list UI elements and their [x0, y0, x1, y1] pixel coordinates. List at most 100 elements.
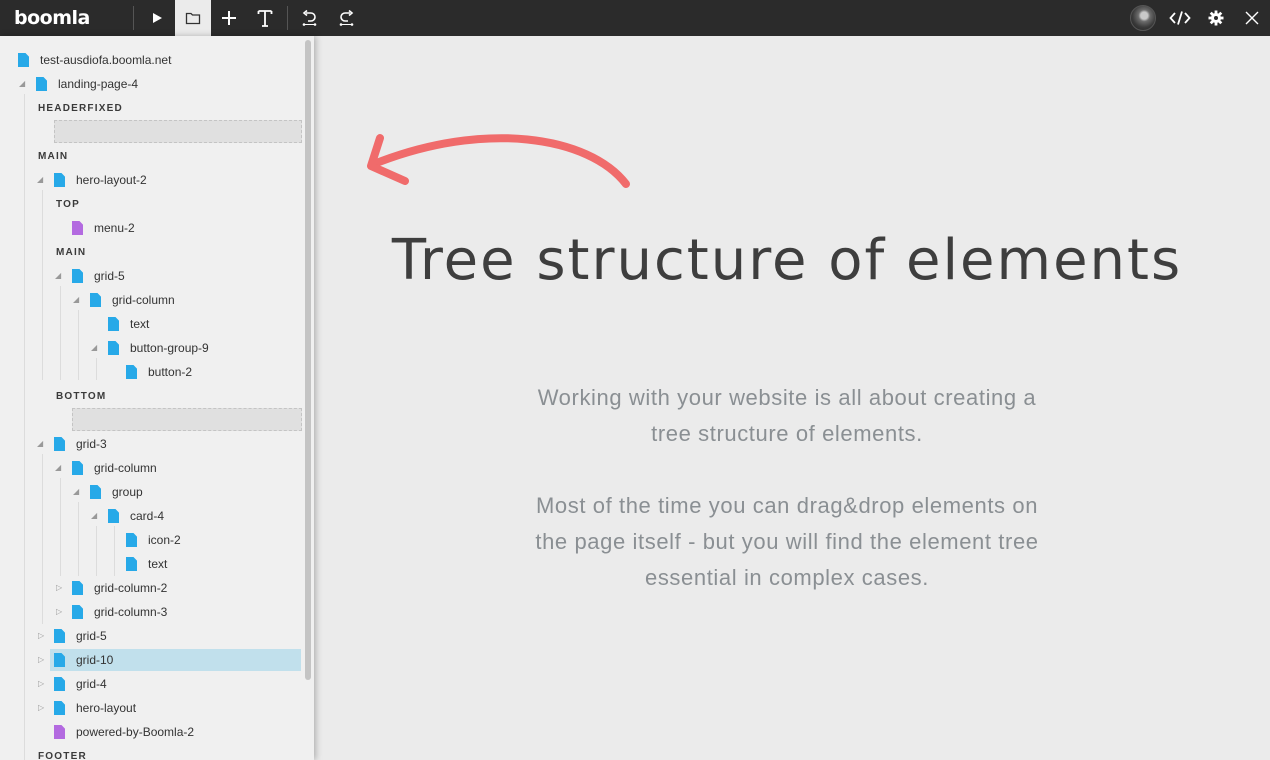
- tree-guide: [96, 526, 97, 576]
- tree-item-menu-2[interactable]: menu-2: [72, 217, 135, 239]
- tree-item-grid-column-2[interactable]: grid-column-2: [72, 577, 167, 599]
- tree-item-button-2[interactable]: button-2: [126, 361, 192, 383]
- file-icon: [72, 461, 83, 475]
- tree-guide: [114, 526, 115, 576]
- tree-item-label: landing-page-4: [58, 77, 139, 91]
- tree-item-label: grid-4: [76, 677, 107, 691]
- slot-label-bottom: BOTTOM: [56, 391, 107, 402]
- collapse-arrow-icon[interactable]: ◢: [19, 79, 25, 89]
- intro-paragraph: Working with your website is all about c…: [464, 380, 1110, 452]
- tree-guide: [78, 502, 79, 576]
- tree-item-powered-by-boomla-2[interactable]: powered-by-Boomla-2: [54, 721, 194, 743]
- file-icon: [90, 485, 101, 499]
- tree-item-label: icon-2: [148, 533, 181, 547]
- file-icon: [54, 653, 65, 667]
- tree-item-grid-column[interactable]: grid-column: [90, 289, 175, 311]
- expand-arrow-icon[interactable]: ▷: [38, 679, 44, 689]
- tree-item-label: button-group-9: [130, 341, 209, 355]
- file-icon: [54, 629, 65, 643]
- tree-item-label: grid-3: [76, 437, 107, 451]
- tree-item-group[interactable]: group: [90, 481, 143, 503]
- tree-item-root[interactable]: test-ausdiofa.boomla.net: [18, 49, 171, 71]
- tree-item-label: card-4: [130, 509, 165, 523]
- tree-guide: [60, 286, 61, 380]
- toolbar-divider: [133, 6, 134, 30]
- tree-item-hero-layout[interactable]: hero-layout: [54, 697, 136, 719]
- file-icon: [54, 677, 65, 691]
- tree-item-grid-10[interactable]: grid-10: [50, 649, 301, 671]
- drop-zone[interactable]: [72, 408, 302, 431]
- file-icon: [108, 341, 119, 355]
- tree-scrollbar[interactable]: [305, 40, 311, 680]
- redo-button[interactable]: [328, 0, 364, 36]
- detail-paragraph: Most of the time you can drag&drop eleme…: [464, 488, 1110, 596]
- tree-item-icon-2[interactable]: icon-2: [126, 529, 181, 551]
- expand-arrow-icon[interactable]: ▷: [38, 703, 44, 713]
- expand-arrow-icon[interactable]: ▷: [56, 607, 62, 617]
- undo-button[interactable]: [292, 0, 328, 36]
- intro-line: tree structure of elements.: [651, 421, 923, 446]
- text-button[interactable]: [247, 0, 283, 36]
- expand-arrow-icon[interactable]: ▷: [38, 655, 44, 665]
- file-icon: [108, 509, 119, 523]
- tree-item-grid-5[interactable]: grid-5: [54, 625, 107, 647]
- tree-item-text[interactable]: text: [126, 553, 167, 575]
- file-icon: [36, 77, 47, 91]
- tree-item-button-group-9[interactable]: button-group-9: [108, 337, 209, 359]
- tree-guide: [60, 478, 61, 576]
- close-icon: [1245, 11, 1259, 25]
- collapse-arrow-icon[interactable]: ◢: [91, 511, 97, 521]
- tree-item-grid-column-3[interactable]: grid-column-3: [72, 601, 167, 623]
- slot-label-top: TOP: [56, 199, 80, 210]
- tree-item-label: grid-column: [94, 461, 157, 475]
- tree-item-grid-3[interactable]: grid-3: [54, 433, 107, 455]
- close-button[interactable]: [1234, 0, 1270, 36]
- collapse-arrow-icon[interactable]: ◢: [91, 343, 97, 353]
- collapse-arrow-icon[interactable]: ◢: [37, 439, 43, 449]
- folder-icon: [185, 12, 201, 25]
- detail-line: the page itself - but you will find the …: [535, 529, 1039, 554]
- play-button[interactable]: [139, 0, 175, 36]
- file-icon: [126, 365, 137, 379]
- tree-item-label: grid-5: [94, 269, 125, 283]
- page-heading: Tree structure of elements: [391, 228, 1183, 293]
- tree-item-label: powered-by-Boomla-2: [76, 725, 195, 739]
- tree-guide: [24, 94, 25, 760]
- file-icon: [72, 581, 83, 595]
- detail-line: Most of the time you can drag&drop eleme…: [535, 493, 1039, 518]
- tree-item-card-4[interactable]: card-4: [108, 505, 164, 527]
- tree-item-grid-column[interactable]: grid-column: [72, 457, 157, 479]
- toolbar-divider: [287, 6, 288, 30]
- files-button[interactable]: [175, 0, 211, 36]
- tree-item-label: hero-layout-2: [76, 173, 147, 187]
- slot-label-footer: FOOTER: [38, 751, 87, 760]
- drop-zone[interactable]: [54, 120, 302, 143]
- expand-arrow-icon[interactable]: ▷: [56, 583, 62, 593]
- user-avatar[interactable]: [1130, 5, 1156, 31]
- collapse-arrow-icon[interactable]: ◢: [55, 463, 61, 473]
- plus-icon: [222, 11, 236, 25]
- file-icon: [54, 173, 65, 187]
- tree-item-hero-layout-2[interactable]: hero-layout-2: [54, 169, 147, 191]
- code-button[interactable]: [1162, 0, 1198, 36]
- settings-button[interactable]: [1198, 0, 1234, 36]
- tree-item-label: menu-2: [94, 221, 135, 235]
- collapse-arrow-icon[interactable]: ◢: [37, 175, 43, 185]
- collapse-arrow-icon[interactable]: ◢: [73, 487, 79, 497]
- tree-guide: [42, 190, 43, 380]
- expand-arrow-icon[interactable]: ▷: [38, 631, 44, 641]
- tree-item-label: hero-layout: [76, 701, 137, 715]
- tree-item-grid-4[interactable]: grid-4: [54, 673, 107, 695]
- add-element-button[interactable]: [211, 0, 247, 36]
- file-icon: [54, 437, 65, 451]
- tree-item-text[interactable]: text: [108, 313, 149, 335]
- collapse-arrow-icon[interactable]: ◢: [73, 295, 79, 305]
- tree-item-landing-page[interactable]: landing-page-4: [36, 73, 138, 95]
- gear-icon: [1208, 10, 1224, 26]
- top-toolbar: boomla: [0, 0, 1270, 36]
- intro-line: Working with your website is all about c…: [537, 385, 1037, 410]
- collapse-arrow-icon[interactable]: ◢: [55, 271, 61, 281]
- tree-item-grid-5[interactable]: grid-5: [72, 265, 125, 287]
- file-icon: [72, 605, 83, 619]
- file-icon: [72, 269, 83, 283]
